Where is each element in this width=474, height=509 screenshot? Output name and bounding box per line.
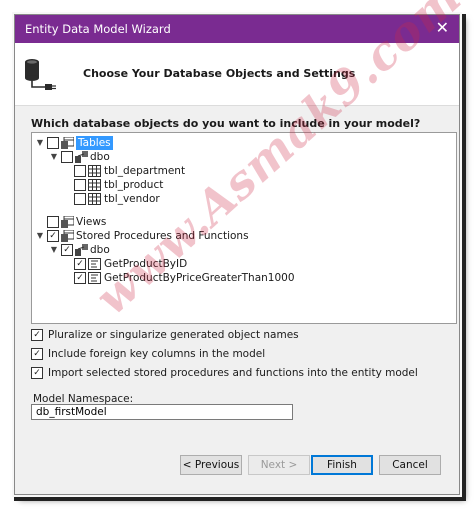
proc-checkbox[interactable]: ✓ [74, 272, 86, 284]
table-icon [88, 165, 101, 177]
proc-checkbox[interactable]: ✓ [74, 258, 86, 270]
page-heading: Choose Your Database Objects and Setting… [83, 67, 356, 80]
proc-label: GetProductByID [104, 258, 188, 270]
objects-question: Which database objects do you want to in… [31, 117, 421, 130]
procs-folder-icon [61, 230, 74, 242]
objects-tree[interactable]: ▼ Tables ▼ dbo tbl_department tbl_produc… [31, 132, 457, 324]
import-procs-option[interactable]: ✓ Import selected stored procedures and … [31, 366, 441, 380]
import-procs-checkbox[interactable]: ✓ [31, 367, 43, 379]
pluralize-label: Pluralize or singularize generated objec… [48, 329, 299, 341]
procs-label: Stored Procedures and Functions [76, 230, 249, 242]
tables-dbo-label: dbo [90, 151, 110, 163]
collapse-icon[interactable]: ▼ [36, 229, 44, 243]
finish-button[interactable]: Finish [311, 455, 373, 475]
table-label: tbl_vendor [104, 193, 160, 205]
views-label: Views [76, 216, 107, 228]
table-icon [88, 193, 101, 205]
pluralize-option[interactable]: ✓ Pluralize or singularize generated obj… [31, 328, 331, 342]
tree-node-procs-dbo[interactable]: ▼ ✓ dbo [50, 243, 130, 257]
tables-dbo-checkbox[interactable] [61, 151, 73, 163]
tree-node-proc[interactable]: ✓ GetProductByPriceGreaterThan1000 [74, 271, 314, 285]
wizard-window: Entity Data Model Wizard ✕ Choose Your D… [14, 0, 472, 495]
collapse-icon[interactable]: ▼ [36, 136, 44, 150]
tree-node-procs[interactable]: ▼ ✓ Stored Procedures and Functions [36, 229, 249, 243]
table-icon [88, 179, 101, 191]
tree-node-table[interactable]: tbl_department [74, 164, 204, 178]
tables-label: Tables [76, 136, 113, 150]
namespace-input[interactable] [31, 404, 293, 420]
tables-folder-icon [61, 137, 74, 149]
title-bar: Entity Data Model Wizard ✕ [15, 15, 459, 43]
tree-node-proc[interactable]: ✓ GetProductByID [74, 257, 294, 271]
procs-checkbox[interactable]: ✓ [47, 230, 59, 242]
cancel-button[interactable]: Cancel [379, 455, 441, 475]
foreign-keys-checkbox[interactable]: ✓ [31, 348, 43, 360]
next-button[interactable]: Next > [248, 455, 310, 475]
tree-node-table[interactable]: tbl_vendor [74, 192, 204, 206]
proc-label: GetProductByPriceGreaterThan1000 [104, 272, 295, 284]
close-icon[interactable]: ✕ [436, 19, 449, 37]
window-title: Entity Data Model Wizard [25, 22, 171, 36]
tree-node-views[interactable]: Views [47, 215, 137, 229]
stored-procedure-icon [88, 272, 101, 284]
tree-node-tables-dbo[interactable]: ▼ dbo [50, 150, 130, 164]
procs-dbo-label: dbo [90, 244, 110, 256]
collapse-icon[interactable]: ▼ [50, 243, 58, 257]
previous-button[interactable]: < Previous [180, 455, 242, 475]
table-label: tbl_department [104, 165, 186, 177]
tree-node-tables[interactable]: ▼ Tables [36, 136, 156, 150]
stored-procedure-icon [88, 258, 101, 270]
table-label: tbl_product [104, 179, 164, 191]
import-procs-label: Import selected stored procedures and fu… [48, 367, 418, 379]
tree-node-table[interactable]: tbl_product [74, 178, 204, 192]
wizard-header: Choose Your Database Objects and Setting… [15, 43, 459, 106]
table-checkbox[interactable] [74, 193, 86, 205]
table-checkbox[interactable] [74, 165, 86, 177]
foreign-keys-label: Include foreign key columns in the model [48, 348, 266, 360]
tables-checkbox[interactable] [47, 137, 59, 149]
collapse-icon[interactable]: ▼ [50, 150, 58, 164]
procs-dbo-checkbox[interactable]: ✓ [61, 244, 73, 256]
views-checkbox[interactable] [47, 216, 59, 228]
schema-icon [75, 244, 88, 256]
pluralize-checkbox[interactable]: ✓ [31, 329, 43, 341]
table-checkbox[interactable] [74, 179, 86, 191]
views-folder-icon [61, 216, 74, 228]
schema-icon [75, 151, 88, 163]
foreign-keys-option[interactable]: ✓ Include foreign key columns in the mod… [31, 347, 331, 361]
database-connection-icon [25, 59, 56, 90]
